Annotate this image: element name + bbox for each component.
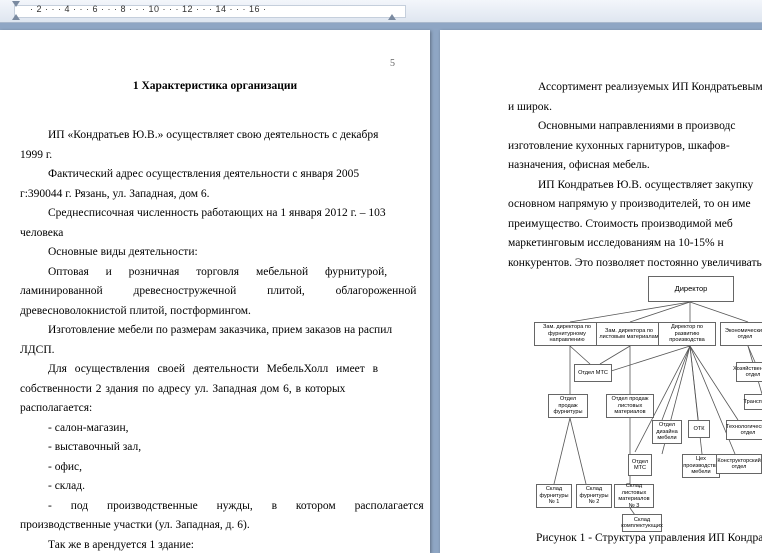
text-line: Так же в арендуется 1 здание: xyxy=(48,539,195,551)
text-line: собственности 2 здания по адресу ул. Зап… xyxy=(20,383,346,395)
org-box-economic: Экономический отдел xyxy=(720,322,762,346)
org-box-deputy-furniture: Зам. директора по фурнитурному направлен… xyxy=(534,322,600,346)
text-line: Оптовая и розничная торговля мебельной ф… xyxy=(48,266,388,278)
text-line: ИП Кондратьев Ю.В. осуществляет закупку xyxy=(538,179,754,191)
text-line: ЛДСП. xyxy=(20,344,55,356)
org-box-otk: ОТК xyxy=(688,420,710,438)
text-line: располагается: xyxy=(20,402,93,414)
org-box-warehouse-1: Склад фурнитуры № 1 xyxy=(536,484,572,508)
text-line: изготовление кухонных гарнитуров, шкафов… xyxy=(508,140,730,152)
page-heading: 1 Характеристика организации xyxy=(132,80,298,92)
org-box-director-dev: Директор по развитию производства xyxy=(658,322,716,346)
page-number: 5 xyxy=(390,58,395,69)
right-indent-marker[interactable] xyxy=(388,14,396,20)
text-line: Основными направлениями в производс xyxy=(538,120,736,132)
org-box-mts: Отдел МТС xyxy=(574,364,612,382)
text-line: Фактический адрес осуществления деятельн… xyxy=(48,168,360,180)
org-box-transport: Транспорт xyxy=(744,394,762,410)
list-item: - офис, xyxy=(48,461,83,473)
list-item: - салон-магазин, xyxy=(48,422,129,434)
text-line: основном напрямую у производителей, то о… xyxy=(508,198,751,210)
horizontal-ruler[interactable]: · 2 · · · 4 · · · 6 · · · 8 · · · 10 · ·… xyxy=(0,0,762,23)
left-indent-marker[interactable] xyxy=(12,14,20,20)
org-box-workshop: Цех производства мебели xyxy=(682,454,720,478)
list-item: - под производственные нужды, в котором … xyxy=(48,500,424,512)
org-box-mts-2: Отдел МТС xyxy=(628,454,652,476)
org-box-construct: Конструкторский отдел xyxy=(716,454,762,474)
text-line: 1999 г. xyxy=(20,149,53,161)
text-line: Изготовление мебели по размерам заказчик… xyxy=(48,324,393,336)
text-line: и широк. xyxy=(508,101,553,113)
text-line: ИП «Кондратьев Ю.В.» осуществляет свою д… xyxy=(48,129,379,141)
org-box-warehouse-3: Склад листовых материалов № 3 xyxy=(614,483,654,509)
text-line: Среднесписочная численность работающих н… xyxy=(48,207,386,219)
org-box-warehouse-components: Склад комплектующих xyxy=(621,514,663,532)
org-box-director: Директор xyxy=(648,276,734,302)
first-line-indent-marker[interactable] xyxy=(12,1,20,7)
org-chart: Директор Зам. директора по фурнитурному … xyxy=(530,272,762,532)
org-box-design: Отдел дизайна мебели xyxy=(652,420,682,444)
org-box-deputy-sheet: Зам. директора по листовым материалам xyxy=(596,322,662,346)
text-line: назначения, офисная мебель. xyxy=(508,159,650,171)
text-line: производственные участки (ул. Западная, … xyxy=(20,519,250,531)
text-line: г:390044 г. Рязань, ул. Западная, дом 6. xyxy=(20,188,210,200)
text-line: конкурентов. Это позволяет постоянно уве… xyxy=(508,257,762,269)
figure-caption: Рисунок 1 - Структура управления ИП Конд… xyxy=(536,532,762,544)
text-line: Основные виды деятельности: xyxy=(48,246,198,258)
text-line: древесноволокнистой плитой, постформинго… xyxy=(20,305,251,317)
text-line: Ассортимент реализуемых ИП Кондратьевым xyxy=(538,81,762,93)
org-box-warehouse-2: Склад фурнитуры № 2 xyxy=(576,484,612,508)
org-box-sales-sheet: Отдел продаж листовых материалов xyxy=(606,394,654,418)
page-2[interactable]: Ассортимент реализуемых ИП Кондратьевым … xyxy=(440,30,762,553)
org-box-household: Хозяйственный отдел xyxy=(733,362,762,382)
text-line: маркетинговым исследованиям на 10-15% н xyxy=(508,237,724,249)
org-box-sales-furniture: Отдел продаж фурнитуры xyxy=(548,394,588,418)
text-line: ламинированной древесностружечной плитой… xyxy=(20,285,417,297)
org-box-technology: Технологический отдел xyxy=(726,420,762,440)
list-item: - выставочный зал, xyxy=(48,441,142,453)
list-item: - склад. xyxy=(48,480,85,492)
text-line: человека xyxy=(20,227,64,239)
ruler-numbers: · 2 · · · 4 · · · 6 · · · 8 · · · 10 · ·… xyxy=(30,4,267,14)
page-1[interactable]: 5 1 Характеристика организации ИП «Кондр… xyxy=(0,30,430,553)
text-line: Для осуществления своей деятельности Меб… xyxy=(48,363,379,375)
text-line: преимущество. Стоимость производимой меб xyxy=(508,218,733,230)
